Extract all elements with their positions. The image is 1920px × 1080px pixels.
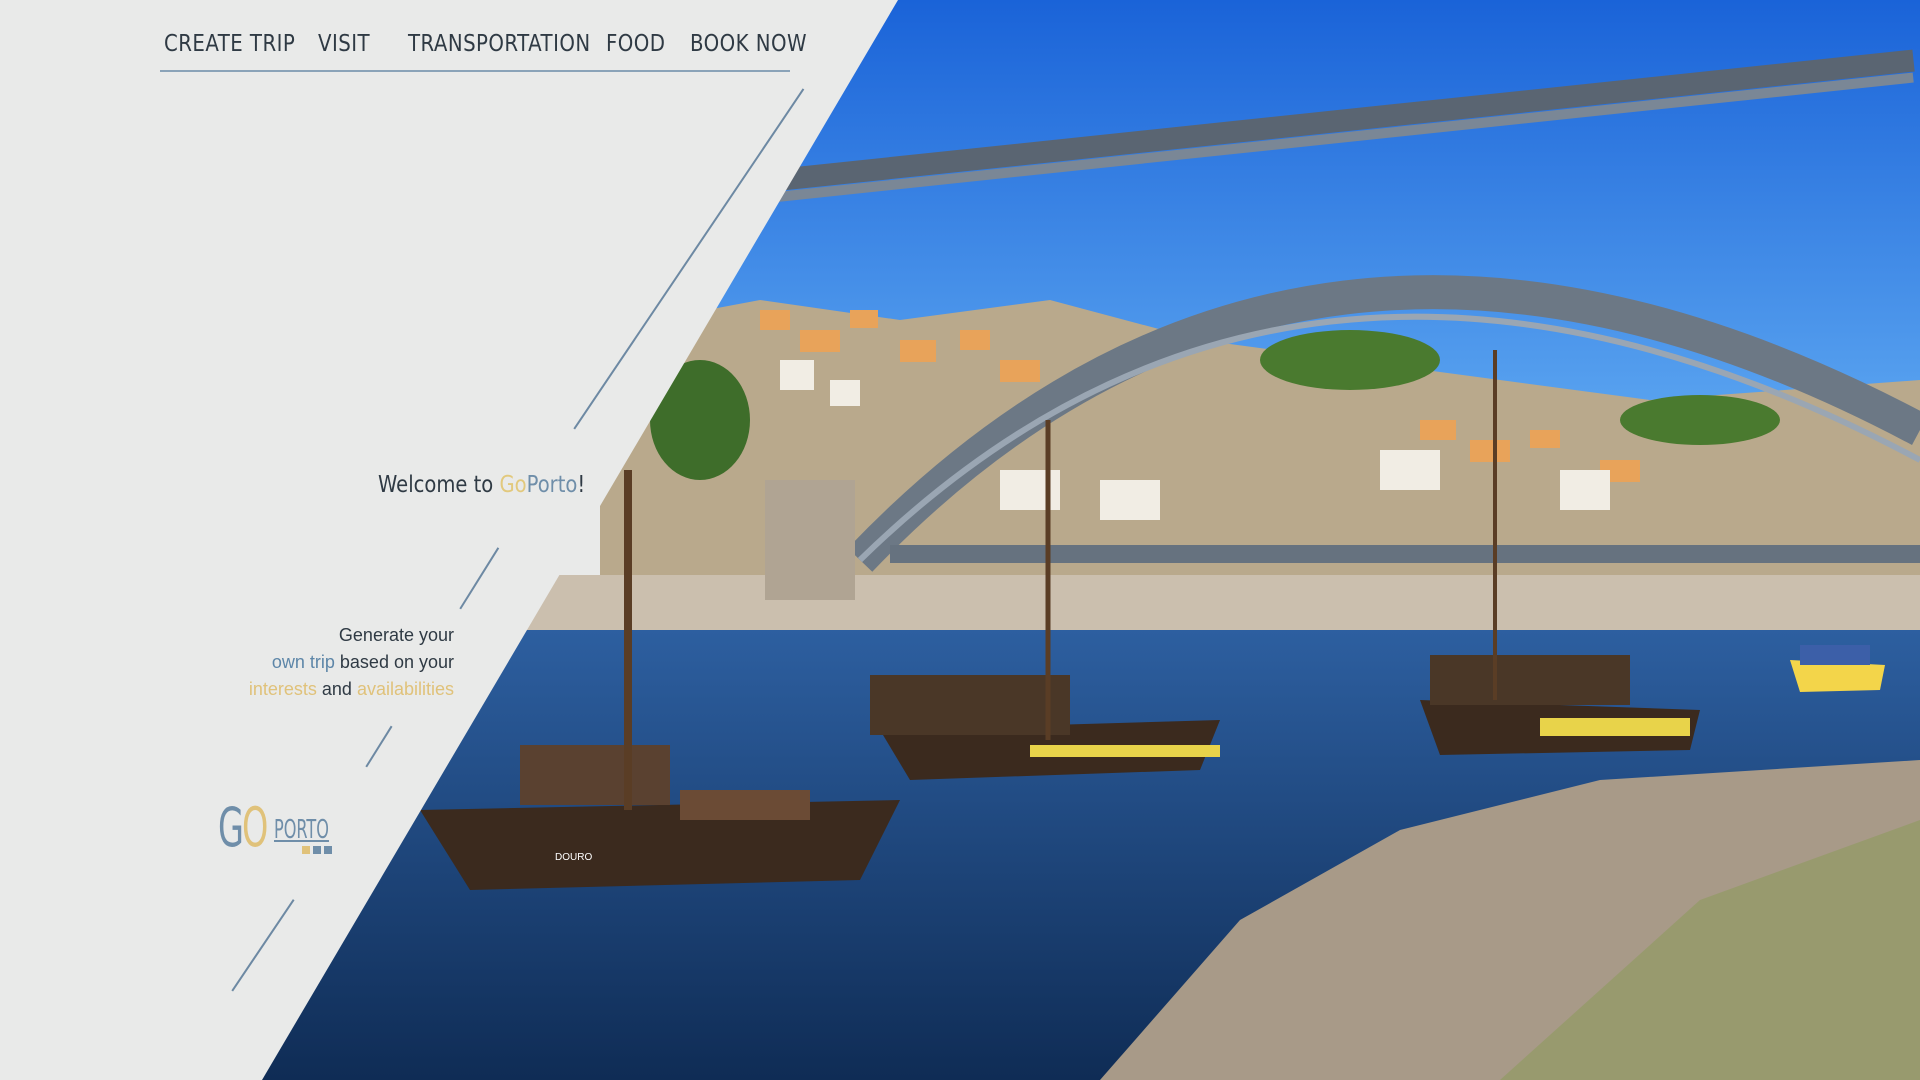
tagline-line-3: interests and availabilities (249, 676, 454, 703)
tagline-interests: interests (248, 679, 317, 699)
boat-name-text: DOURO (555, 852, 592, 863)
tagline-availabilities: availabilities (356, 679, 454, 699)
logo-word-porto: PORTO (274, 815, 329, 845)
tagline-and: and (316, 679, 357, 699)
logo-letter-o: O (242, 796, 269, 859)
tagline-line-2: own trip based on your (249, 649, 454, 676)
tagline-line-1: Generate your (338, 625, 454, 645)
main-navigation: CREATE TRIP VISIT TRANSPORTATION FOOD BO… (160, 24, 807, 72)
hero-photo-porto-river: DOURO (0, 0, 1920, 1080)
tagline-own-trip: own trip (271, 652, 335, 672)
nav-item-book-now[interactable]: BOOK NOW (690, 24, 807, 64)
nav-item-create-trip[interactable]: CREATE TRIP (164, 24, 296, 64)
logo-dots (302, 846, 332, 854)
tagline-line-2-rest: based on your (334, 652, 454, 672)
nav-item-visit[interactable]: VISIT (318, 24, 395, 64)
welcome-brand-porto: Porto (526, 472, 578, 498)
nav-item-food[interactable]: FOOD (606, 24, 679, 64)
welcome-heading: Welcome to GoPorto! (378, 472, 585, 498)
welcome-brand-go: Go (499, 472, 527, 498)
welcome-prefix: Welcome to (378, 472, 500, 498)
goporto-logo[interactable]: G O PORTO (218, 798, 338, 858)
welcome-suffix: ! (577, 472, 586, 498)
tagline: Generate your own trip based on your int… (249, 622, 454, 703)
nav-item-transportation[interactable]: TRANSPORTATION (408, 24, 590, 64)
logo-letter-g: G (218, 796, 244, 859)
